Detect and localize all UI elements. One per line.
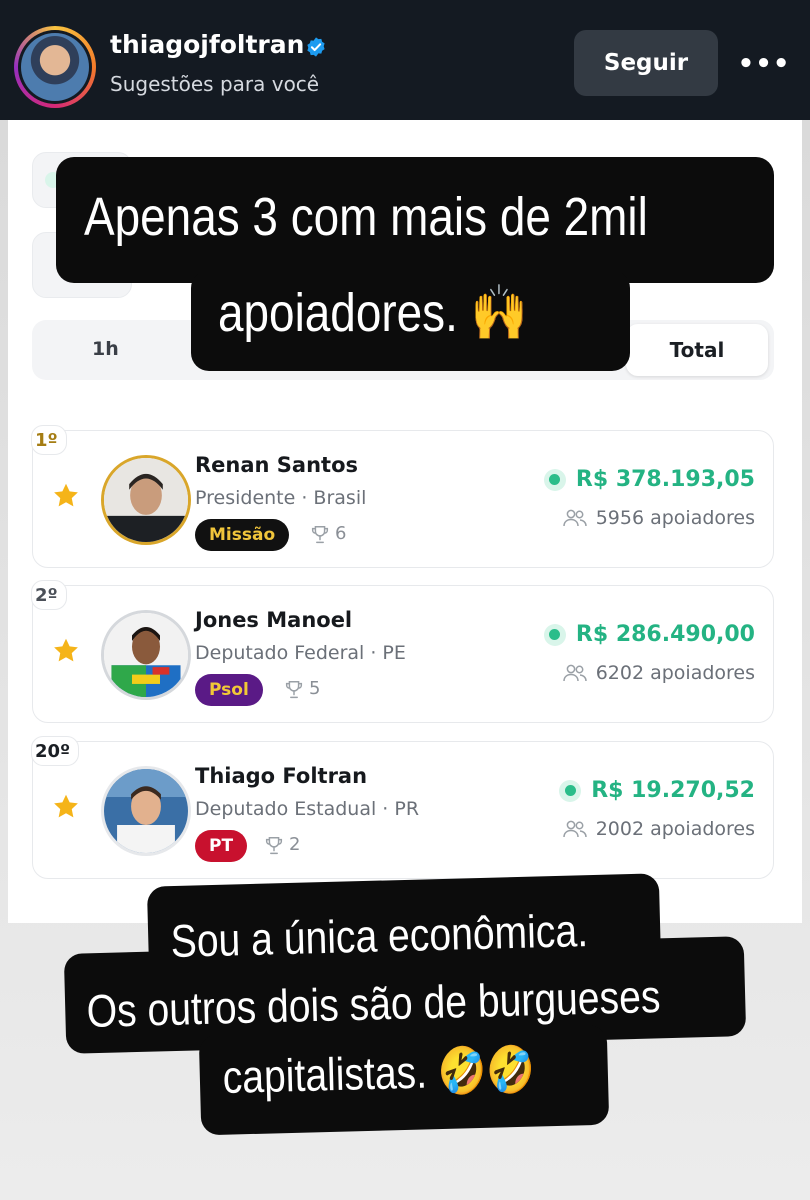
trophy-icon [265,837,283,855]
raised-amount: R$ 286.490,00 [575,622,755,647]
trophy-count: 6 [335,523,347,544]
star-icon[interactable] [51,792,81,822]
candidate-name: Renan Santos [195,453,359,477]
caption-bottom-line3: capitalistas. 🤣🤣 [222,1042,536,1103]
candidate-card[interactable]: 1º Renan Santos Presidente · Brasil Miss… [31,425,774,568]
star-icon[interactable] [51,481,81,511]
candidate-role: Presidente · Brasil [195,487,367,509]
candidate-role: Deputado Estadual · PR [195,798,420,820]
trophy-icon [285,681,303,699]
trophy-icon [311,526,329,544]
candidate-role: Deputado Federal · PE [195,642,406,664]
supporters-row: 6202 apoiadores [562,662,755,684]
people-icon [562,820,587,838]
candidate-card[interactable]: 2º Jones Manoel Deputado Federal · PE Ps… [31,580,774,723]
star-icon[interactable] [51,636,81,666]
supporters-count: 2002 apoiadores [595,818,755,840]
status-dot-icon [559,779,582,802]
tab-total[interactable]: Total [626,324,768,376]
supporters-count: 6202 apoiadores [595,662,755,684]
caption-top-line2: apoiadores. 🙌 [218,283,528,343]
raised-amount: R$ 378.193,05 [575,467,755,492]
supporters-row: 5956 apoiadores [562,507,755,529]
status-dot-icon [543,468,566,491]
story-header: thiagojfoltran Sugestões para você Segui… [0,0,810,120]
amount-row: R$ 19.270,52 [559,778,755,803]
amount-row: R$ 286.490,00 [543,622,755,647]
tab-1h[interactable]: 1h [92,338,119,360]
people-icon [562,664,587,682]
suggestion-subtitle: Sugestões para você [110,72,320,96]
profile-avatar[interactable] [14,26,96,108]
rank-badge: 20º [31,736,80,766]
status-dot-icon [543,623,566,646]
supporters-row: 2002 apoiadores [562,818,755,840]
rank-badge: 1º [31,425,67,455]
party-badge: PT [195,830,248,862]
people-icon [562,509,587,527]
supporters-count: 5956 apoiadores [595,507,755,529]
caption-bottom-line1: Sou a única econômica. [170,904,589,967]
trophy-count: 5 [309,678,321,699]
caption-top-line1: Apenas 3 com mais de 2mil [84,187,648,247]
party-badge: Missão [195,519,290,551]
follow-button[interactable]: Seguir [574,30,718,96]
verified-badge-icon [307,37,325,57]
party-badge: Psol [195,674,263,706]
candidate-photo [101,610,191,700]
more-options-icon[interactable]: ••• [738,40,790,88]
candidate-photo [101,455,191,545]
candidate-photo [101,766,191,856]
username[interactable]: thiagojfoltran [110,30,304,59]
amount-row: R$ 378.193,05 [543,467,755,492]
candidate-card[interactable]: 20º Thiago Foltran Deputado Estadual · P… [31,736,774,879]
candidate-name: Thiago Foltran [195,764,368,788]
candidate-name: Jones Manoel [195,608,353,632]
trophy-count: 2 [289,834,301,855]
rank-badge: 2º [31,580,67,610]
raised-amount: R$ 19.270,52 [591,778,755,803]
